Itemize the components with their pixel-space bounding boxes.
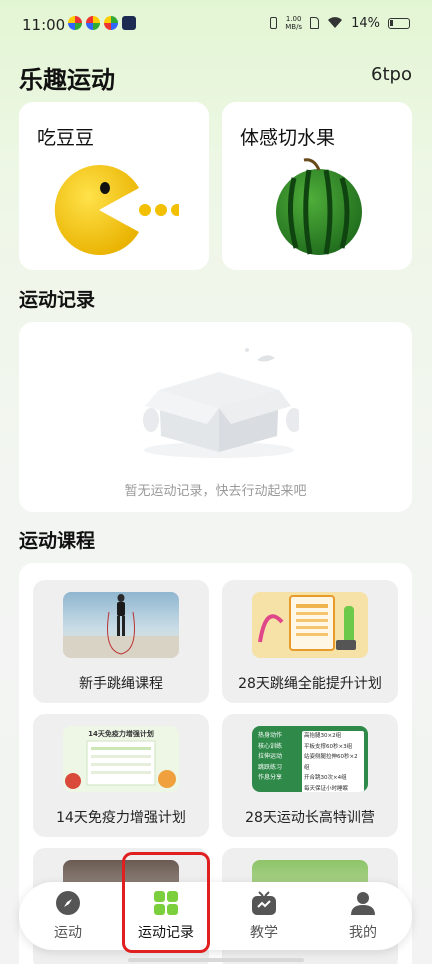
nav-label: 运动 (54, 925, 82, 941)
thumb-heading: 14天免疫力增强计划 (88, 730, 154, 738)
game-title: 吃豆豆 (37, 127, 95, 149)
thumb-line: 开合跳30次×4组 (304, 775, 347, 781)
person-icon (351, 892, 375, 915)
nav-item-mine[interactable]: 我的 (314, 882, 412, 950)
empty-records-text: 暂无运动记录，快去行动起来吧 (124, 484, 307, 499)
course-card[interactable]: 热身动作 核心训练 拉伸运动 跳跃练习 作息分享 高抬腿30×2组 平板支撑60… (222, 714, 398, 837)
course-title: 28天跳绳全能提升计划 (238, 676, 382, 692)
nav-label: 我的 (349, 925, 377, 941)
nav-item-teach[interactable]: 教学 (215, 882, 313, 950)
nav-label: 教学 (250, 925, 278, 941)
thumb-line: 站姿侧腿拉伸60秒×2组 (304, 754, 358, 771)
tv-icon (252, 891, 276, 915)
compass-icon (56, 891, 80, 915)
notification-icon (104, 16, 118, 30)
course-thumbnail (252, 592, 368, 658)
records-empty-card: 暂无运动记录，快去行动起来吧 (19, 322, 412, 512)
home-indicator[interactable] (128, 958, 304, 962)
thumb-line: 核心训练 (258, 742, 283, 750)
course-title: 14天免疫力增强计划 (56, 810, 186, 826)
thumb-line: 每天保证小时睡眠 (304, 785, 349, 792)
net-speed-unit: MB/s (285, 23, 303, 31)
wifi-icon (328, 17, 343, 28)
highlight-box (122, 852, 210, 953)
status-time: 11:00 (22, 16, 66, 34)
course-card[interactable]: 28天跳绳全能提升计划 (222, 580, 398, 703)
sim-icon (310, 17, 320, 29)
net-speed: 1.00 MB/s (285, 15, 302, 31)
course-card[interactable]: 新手跳绳课程 (33, 580, 209, 703)
game-title: 体感切水果 (240, 127, 336, 149)
course-title: 新手跳绳课程 (79, 676, 163, 692)
thumb-line: 高抬腿30×2组 (304, 733, 342, 739)
game-card-fruit[interactable]: 体感切水果 (222, 102, 412, 270)
thumb-line: 拉伸运动 (258, 753, 283, 760)
thumb-line: 平板支撑60秒×3组 (304, 743, 353, 750)
notification-icon (86, 16, 100, 30)
records-section-title: 运动记录 (19, 289, 96, 311)
courses-section-title: 运动课程 (19, 530, 96, 552)
course-thumbnail (63, 592, 179, 658)
course-thumbnail: 热身动作 核心训练 拉伸运动 跳跃练习 作息分享 高抬腿30×2组 平板支撑60… (252, 726, 368, 792)
battery-percent: 14% (351, 15, 380, 31)
thumb-line: 热身动作 (258, 732, 283, 739)
notification-icon (68, 16, 82, 30)
notification-icon (122, 16, 136, 30)
course-title: 28天运动长高特训营 (245, 810, 375, 826)
nav-item-sport[interactable]: 运动 (19, 882, 117, 950)
thumb-line: 作息分享 (258, 774, 283, 781)
watermelon-icon (264, 156, 374, 260)
battery-icon (388, 17, 410, 29)
vibrate-icon (270, 17, 278, 29)
empty-box-icon (139, 332, 302, 466)
pacman-icon (49, 160, 183, 264)
bottom-nav: 运动 运动记录 教学 我的 (19, 882, 412, 950)
course-card[interactable]: 14天免疫力增强计划 14天免疫力增强计划 (33, 714, 209, 837)
app-title: 乐趣运动 (19, 66, 115, 94)
status-bar: 11:00 1.00 MB/s 14% (0, 0, 432, 50)
net-speed-value: 1.00 (285, 15, 302, 23)
user-code: 6tpo (371, 64, 412, 85)
game-card-pacman[interactable]: 吃豆豆 (19, 102, 209, 270)
notification-icons (68, 16, 136, 30)
course-thumbnail: 14天免疫力增强计划 (63, 726, 179, 792)
thumb-line: 跳跃练习 (258, 763, 283, 771)
status-right: 1.00 MB/s 14% (270, 15, 410, 31)
